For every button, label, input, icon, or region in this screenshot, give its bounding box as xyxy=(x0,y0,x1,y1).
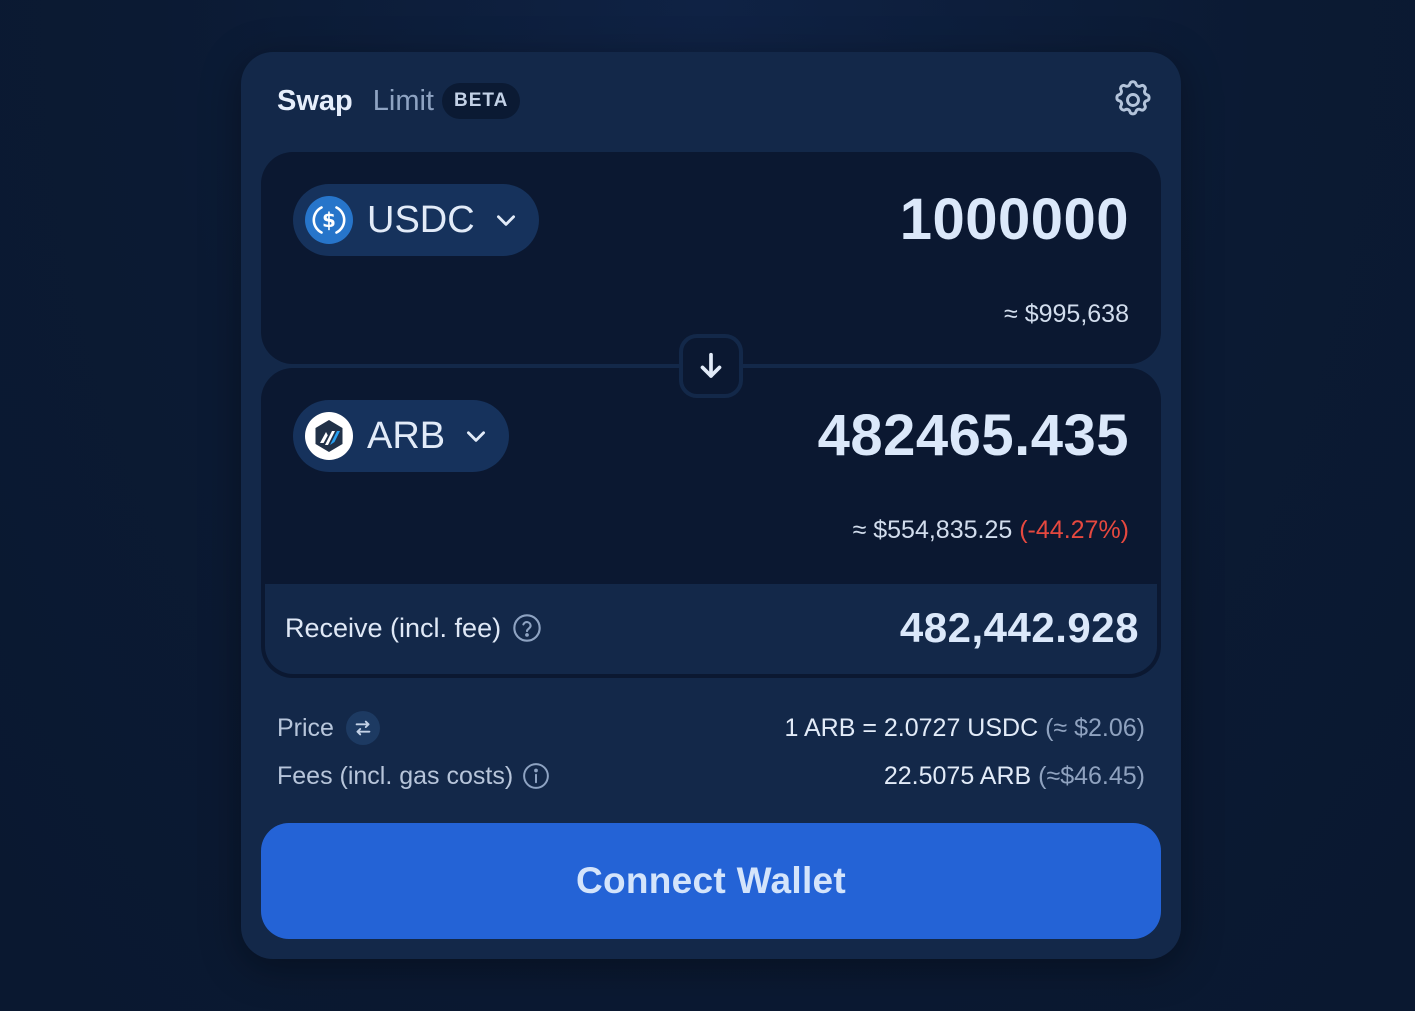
from-amount-input[interactable]: 1000000 xyxy=(900,186,1129,253)
arb-logo-icon xyxy=(305,412,353,460)
to-usd-value: ≈ $554,835.25 (-44.27%) xyxy=(853,516,1129,545)
fees-value: 22.5075 ARB xyxy=(883,761,1032,790)
tab-limit[interactable]: Limit xyxy=(373,85,434,118)
arrow-down-icon xyxy=(700,352,722,378)
fees-row: Fees (incl. gas costs) 22.5075 ARB (≈$46… xyxy=(277,756,1145,796)
fees-usd: (≈$46.45) xyxy=(1038,761,1145,790)
swap-card: Swap Limit BETA $ USDC 1000000 ≈ $995,63… xyxy=(241,52,1181,959)
price-value-group: 1 ARB = 2.0727 USDC (≈ $2.06) xyxy=(785,714,1145,743)
swap-arrows-icon xyxy=(355,720,371,736)
price-impact: (-44.27%) xyxy=(1019,516,1129,544)
price-label-group: Price xyxy=(277,711,380,745)
to-usd-amount: ≈ $554,835.25 xyxy=(852,516,1013,544)
price-value: 1 ARB = 2.0727 USDC xyxy=(784,713,1039,742)
svg-text:$: $ xyxy=(322,208,336,232)
gear-icon xyxy=(1115,80,1151,116)
to-amount-output: 482465.435 xyxy=(817,403,1129,468)
to-token-selector[interactable]: ARB xyxy=(293,400,510,472)
fees-label-group: Fees (incl. gas costs) xyxy=(277,761,551,791)
swap-tabs: Swap Limit BETA xyxy=(277,82,521,120)
receive-row: Receive (incl. fee) 482,442.928 xyxy=(265,584,1157,674)
flip-direction-button[interactable] xyxy=(679,334,743,398)
chevron-down-icon xyxy=(493,207,519,233)
price-usd: (≈ $2.06) xyxy=(1045,713,1145,742)
receive-label-group: Receive (incl. fee) xyxy=(285,612,543,644)
receive-label: Receive (incl. fee) xyxy=(285,612,502,643)
from-panel: $ USDC 1000000 ≈ $995,638 xyxy=(261,152,1161,364)
tab-swap[interactable]: Swap xyxy=(277,85,353,118)
question-circle-icon[interactable] xyxy=(511,612,543,644)
from-usd-value: ≈ $995,638 xyxy=(1004,300,1129,328)
from-token-symbol: USDC xyxy=(367,198,475,241)
usdc-logo-icon: $ xyxy=(305,196,353,244)
to-panel: ARB 482465.435 ≈ $554,835.25 (-44.27%) R… xyxy=(261,368,1161,678)
connect-wallet-button[interactable]: Connect Wallet xyxy=(261,823,1161,939)
chevron-down-icon xyxy=(463,423,489,449)
settings-button[interactable] xyxy=(1111,78,1155,122)
price-label: Price xyxy=(277,713,334,742)
fees-label: Fees (incl. gas costs) xyxy=(277,761,514,790)
beta-badge: BETA xyxy=(441,83,521,119)
to-token-symbol: ARB xyxy=(367,414,446,457)
receive-value: 482,442.928 xyxy=(899,604,1139,651)
price-invert-button[interactable] xyxy=(345,711,380,745)
info-circle-icon[interactable] xyxy=(521,761,551,791)
from-token-selector[interactable]: $ USDC xyxy=(293,184,539,256)
fees-value-group: 22.5075 ARB (≈$46.45) xyxy=(884,762,1145,791)
price-row: Price 1 ARB = 2.0727 USDC (≈ $2.06) xyxy=(277,708,1145,748)
